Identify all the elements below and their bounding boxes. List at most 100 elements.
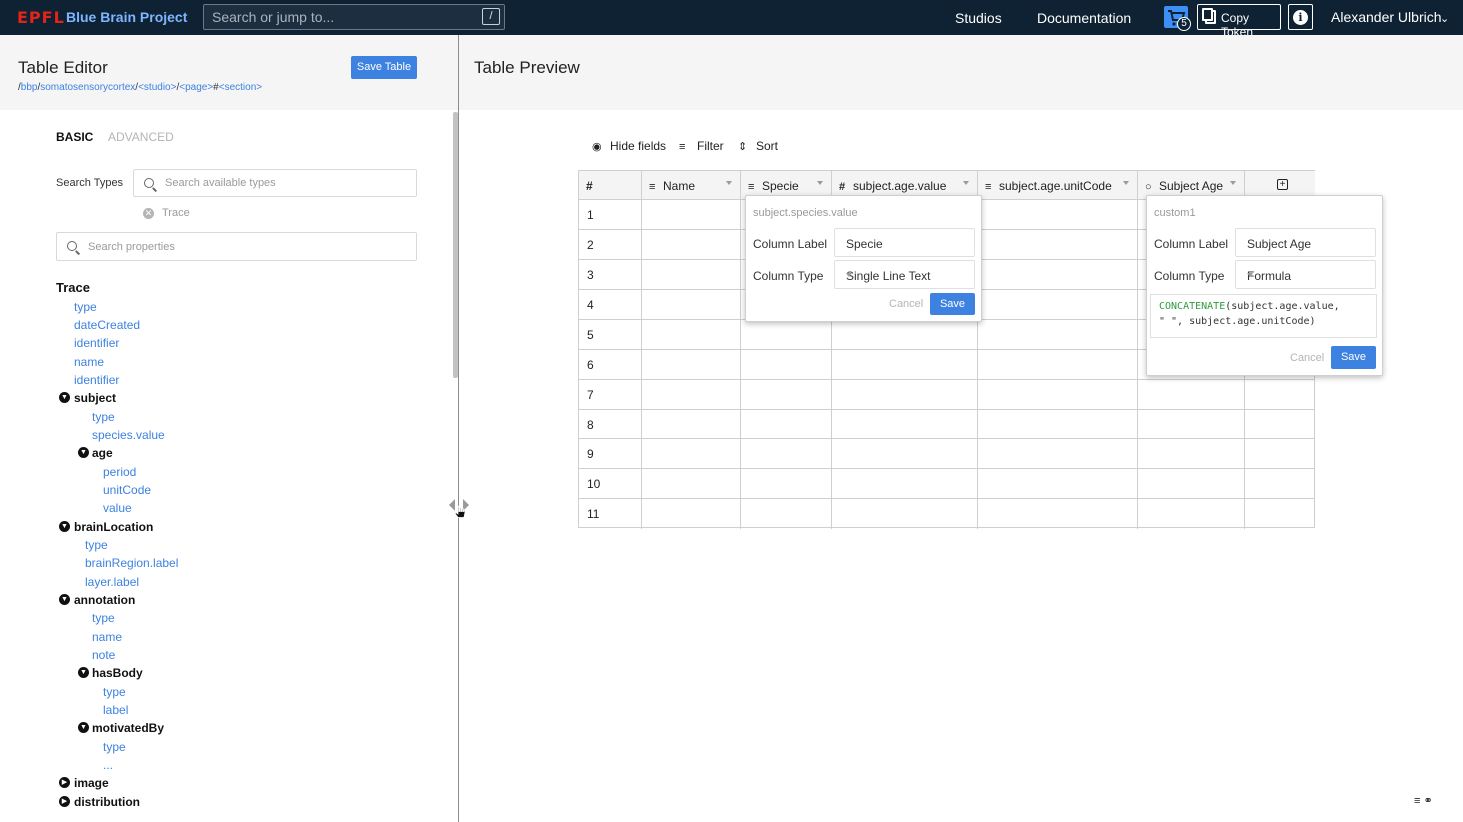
- table-cell[interactable]: [741, 380, 832, 410]
- wrap-text-icon[interactable]: ≡: [1414, 795, 1420, 807]
- table-cell[interactable]: [1245, 439, 1315, 469]
- table-cell[interactable]: [978, 320, 1138, 350]
- table-cell[interactable]: [1138, 380, 1245, 410]
- nav-documentation[interactable]: Documentation: [1037, 10, 1131, 26]
- row-number-cell[interactable]: 5: [579, 320, 642, 350]
- search-properties-input[interactable]: [88, 233, 408, 260]
- expand-icon[interactable]: ▶: [59, 796, 70, 807]
- table-cell[interactable]: [642, 290, 741, 320]
- table-cell[interactable]: [978, 350, 1138, 380]
- column-type-select[interactable]: Single Line Text: [834, 260, 975, 289]
- tree-item[interactable]: name: [92, 630, 122, 644]
- chevron-down-icon[interactable]: [726, 181, 732, 185]
- nav-studios[interactable]: Studios: [955, 10, 1002, 26]
- row-number-cell[interactable]: 8: [579, 410, 642, 439]
- tree-group[interactable]: hasBody: [92, 666, 143, 680]
- row-number-cell[interactable]: 3: [579, 260, 642, 290]
- global-search-input[interactable]: [204, 5, 474, 29]
- table-cell[interactable]: [642, 230, 741, 260]
- table-cell[interactable]: [642, 200, 741, 230]
- table-cell[interactable]: [832, 350, 978, 380]
- tree-item[interactable]: dateCreated: [74, 318, 140, 332]
- global-search[interactable]: /: [203, 4, 505, 30]
- user-menu[interactable]: Alexander Ulbrich: [1331, 9, 1442, 25]
- table-cell[interactable]: [978, 410, 1138, 439]
- table-cell[interactable]: [832, 410, 978, 439]
- table-cell[interactable]: [642, 380, 741, 410]
- column-header-age-unitcode[interactable]: ≡ subject.age.unitCode: [978, 171, 1138, 200]
- chevron-down-icon[interactable]: [817, 181, 823, 185]
- table-cell[interactable]: [642, 320, 741, 350]
- table-cell[interactable]: [978, 200, 1138, 230]
- table-cell[interactable]: [1245, 469, 1315, 499]
- row-number-cell[interactable]: 6: [579, 350, 642, 380]
- tree-root[interactable]: Trace: [56, 280, 90, 295]
- tree-group[interactable]: annotation: [74, 593, 135, 607]
- tab-basic[interactable]: BASIC: [56, 130, 93, 144]
- table-cell[interactable]: [741, 439, 832, 469]
- tree-item[interactable]: type: [103, 740, 126, 754]
- collapse-icon[interactable]: ▼: [59, 392, 70, 403]
- search-properties-field[interactable]: [56, 232, 417, 261]
- column-type-select[interactable]: Formula: [1235, 260, 1376, 289]
- tree-item[interactable]: identifier: [74, 373, 119, 387]
- column-label-input[interactable]: Specie: [834, 228, 975, 257]
- filter-button[interactable]: ≡ Filter: [679, 139, 724, 153]
- chevron-down-icon[interactable]: [963, 181, 969, 185]
- collapse-icon[interactable]: ▼: [78, 447, 89, 458]
- tree-item[interactable]: type: [92, 410, 115, 424]
- table-cell[interactable]: [642, 469, 741, 499]
- tree-item[interactable]: value: [103, 501, 132, 515]
- chevron-down-icon[interactable]: [1123, 181, 1129, 185]
- table-cell[interactable]: [1245, 380, 1315, 410]
- row-number-cell[interactable]: 11: [579, 499, 642, 529]
- row-number-cell[interactable]: 10: [579, 469, 642, 499]
- table-cell[interactable]: [1138, 469, 1245, 499]
- tree-item[interactable]: name: [74, 355, 104, 369]
- row-number-cell[interactable]: 1: [579, 200, 642, 230]
- table-cell[interactable]: [1138, 439, 1245, 469]
- tree-group[interactable]: subject: [74, 391, 116, 405]
- table-cell[interactable]: [642, 439, 741, 469]
- cart-button[interactable]: 5: [1164, 4, 1192, 31]
- table-cell[interactable]: [978, 290, 1138, 320]
- table-cell[interactable]: [741, 469, 832, 499]
- resize-handle[interactable]: [449, 498, 471, 524]
- table-cell[interactable]: [741, 320, 832, 350]
- table-cell[interactable]: [832, 499, 978, 529]
- remove-tag-icon[interactable]: ✕: [143, 208, 154, 219]
- collapse-icon[interactable]: ▼: [78, 722, 89, 733]
- tree-group[interactable]: distribution: [74, 795, 140, 809]
- table-cell[interactable]: [741, 350, 832, 380]
- table-cell[interactable]: [978, 230, 1138, 260]
- copy-token-button[interactable]: Copy Token: [1197, 4, 1281, 39]
- save-table-button[interactable]: Save Table: [351, 56, 417, 79]
- tree-item[interactable]: unitCode: [103, 483, 151, 497]
- table-cell[interactable]: [832, 469, 978, 499]
- formula-editor[interactable]: CONCATENATE(subject.age.value, " ", subj…: [1150, 294, 1377, 338]
- table-cell[interactable]: [642, 499, 741, 529]
- tree-group[interactable]: age: [92, 446, 113, 460]
- column-header-name[interactable]: ≡ Name: [642, 171, 741, 200]
- collapse-icon[interactable]: ▼: [59, 594, 70, 605]
- tree-item[interactable]: note: [92, 648, 115, 662]
- tree-item[interactable]: layer.label: [85, 575, 139, 589]
- tree-group[interactable]: brainLocation: [74, 520, 153, 534]
- tree-group[interactable]: image: [74, 776, 109, 790]
- table-cell[interactable]: [642, 410, 741, 439]
- table-cell[interactable]: [1245, 499, 1315, 529]
- table-cell[interactable]: [741, 499, 832, 529]
- tree-item[interactable]: brainRegion.label: [85, 556, 178, 570]
- table-cell[interactable]: [978, 469, 1138, 499]
- tree-item[interactable]: period: [103, 465, 136, 479]
- column-label-input[interactable]: Subject Age: [1235, 228, 1376, 257]
- tree-item[interactable]: type: [85, 538, 108, 552]
- info-button[interactable]: i: [1288, 4, 1313, 30]
- tree-item[interactable]: identifier: [74, 336, 119, 350]
- table-cell[interactable]: [642, 260, 741, 290]
- search-types-field[interactable]: [133, 169, 417, 197]
- brand-title[interactable]: Blue Brain Project: [66, 9, 187, 25]
- breadcrumb-studio[interactable]: <studio>: [138, 82, 176, 93]
- table-cell[interactable]: [832, 439, 978, 469]
- table-cell[interactable]: [832, 380, 978, 410]
